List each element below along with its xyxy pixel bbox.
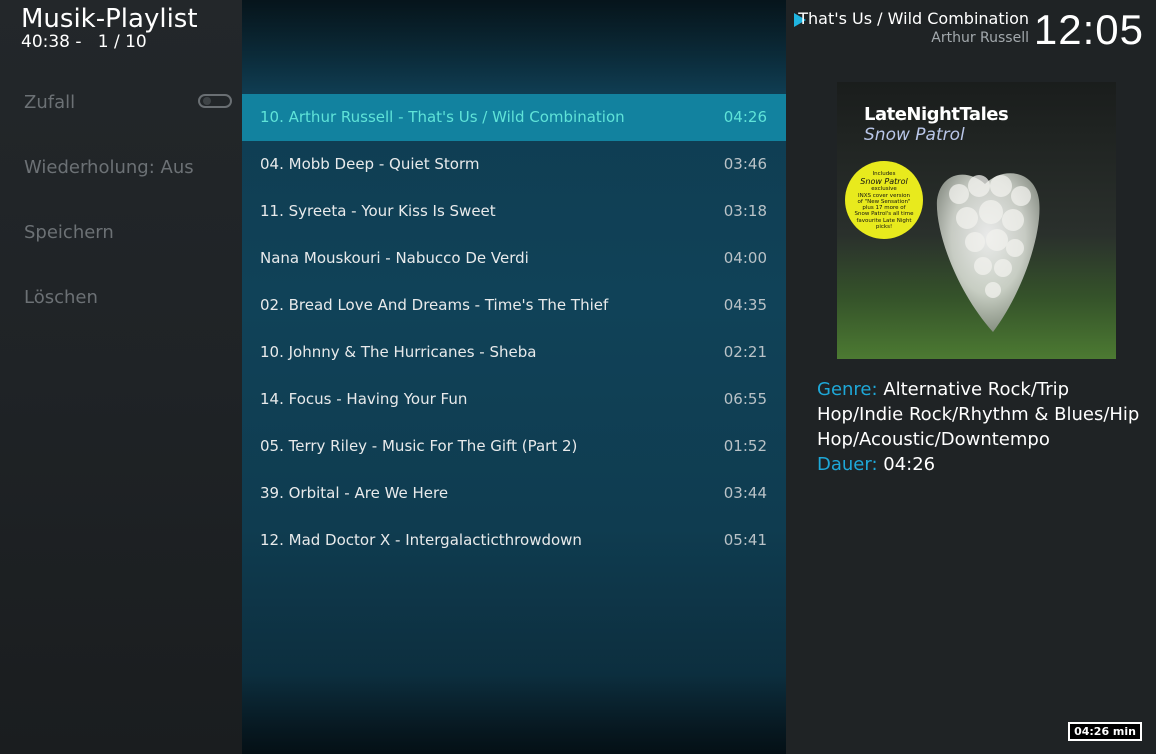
playlist-row[interactable]: 02. Bread Love And Dreams - Time's The T… (242, 282, 786, 329)
save-label: Speichern (24, 222, 114, 243)
playlist-row[interactable]: 12. Mad Doctor X - Intergalacticthrowdow… (242, 517, 786, 564)
now-playing-artist: Arthur Russell (931, 30, 1029, 46)
track-title: Nana Mouskouri - Nabucco De Verdi (260, 249, 529, 267)
track-duration: 05:41 (723, 531, 767, 549)
playlist-row[interactable]: 11. Syreeta - Your Kiss Is Sweet 03:18 (242, 188, 786, 235)
track-title: 14. Focus - Having Your Fun (260, 390, 468, 408)
duration-badge: 04:26 min (1068, 722, 1142, 741)
track-duration: 04:00 (723, 249, 767, 267)
track-title: 05. Terry Riley - Music For The Gift (Pa… (260, 437, 578, 455)
playlist-row[interactable]: 14. Focus - Having Your Fun 06:55 (242, 376, 786, 423)
sticker-line: Snow Patrol's all time (854, 211, 914, 218)
playlist-row[interactable]: 39. Orbital - Are We Here 03:44 (242, 470, 786, 517)
duration-label: Dauer: (817, 454, 878, 475)
repeat-label: Wiederholung: Aus (24, 157, 194, 178)
track-title: 39. Orbital - Are We Here (260, 484, 449, 502)
track-title: 02. Bread Love And Dreams - Time's The T… (260, 296, 609, 314)
shuffle-toggle[interactable] (198, 94, 232, 108)
track-duration: 01:52 (723, 437, 767, 455)
playlist-row[interactable]: 10. Arthur Russell - That's Us / Wild Co… (242, 94, 786, 141)
track-title: 11. Syreeta - Your Kiss Is Sweet (260, 202, 496, 220)
track-title: 12. Mad Doctor X - Intergalacticthrowdow… (260, 531, 582, 549)
clear-item[interactable]: Löschen (0, 265, 242, 330)
side-menu: Zufall Wiederholung: Aus Speichern Lösch… (0, 70, 242, 330)
repeat-item[interactable]: Wiederholung: Aus (0, 135, 242, 200)
playlist: 10. Arthur Russell - That's Us / Wild Co… (242, 94, 786, 564)
playlist-row[interactable]: 10. Johnny & The Hurricanes - Sheba 02:21 (242, 329, 786, 376)
playlist-summary: 40:38 - 1 / 10 (21, 32, 147, 52)
track-duration: 03:44 (723, 484, 767, 502)
now-playing[interactable]: That's Us / Wild Combination Arthur Russ… (798, 9, 1029, 47)
playlist-row[interactable]: 05. Terry Riley - Music For The Gift (Pa… (242, 423, 786, 470)
album-cover: LateNightTales Snow Patrol Includes Snow… (837, 82, 1116, 359)
clock: 12:05 (1033, 6, 1144, 53)
sticker-line: Snow Patrol (860, 177, 908, 187)
track-duration: 04:26 (723, 108, 767, 126)
album-sticker: Includes Snow Patrol exclusive INXS cove… (845, 161, 923, 239)
track-duration: 03:18 (723, 202, 767, 220)
toggle-knob (203, 97, 211, 105)
summary-separator: - (75, 32, 82, 52)
save-item[interactable]: Speichern (0, 200, 242, 265)
track-title: 10. Johnny & The Hurricanes - Sheba (260, 343, 537, 361)
playlist-row[interactable]: Nana Mouskouri - Nabucco De Verdi 04:00 (242, 235, 786, 282)
track-info: Genre: Alternative Rock/Trip Hop/Indie R… (817, 377, 1142, 477)
playlist-position: 1 / 10 (97, 32, 147, 52)
total-time: 40:38 (21, 32, 70, 52)
playlist-row[interactable]: 04. Mobb Deep - Quiet Storm 03:46 (242, 141, 786, 188)
track-title: 10. Arthur Russell - That's Us / Wild Co… (260, 108, 625, 126)
now-playing-title: That's Us / Wild Combination (798, 9, 1029, 28)
track-duration: 03:46 (723, 155, 767, 173)
duration-value: 04:26 (883, 454, 936, 475)
page-title: Musik-Playlist (21, 4, 198, 34)
sticker-line: picks! (875, 224, 893, 231)
genre-label: Genre: (817, 379, 878, 400)
track-title: 04. Mobb Deep - Quiet Storm (260, 155, 480, 173)
track-duration: 06:55 (723, 390, 767, 408)
track-duration: 04:35 (723, 296, 767, 314)
shuffle-item[interactable]: Zufall (0, 70, 242, 135)
clear-label: Löschen (24, 287, 98, 308)
shuffle-label: Zufall (24, 92, 76, 113)
track-duration: 02:21 (723, 343, 767, 361)
